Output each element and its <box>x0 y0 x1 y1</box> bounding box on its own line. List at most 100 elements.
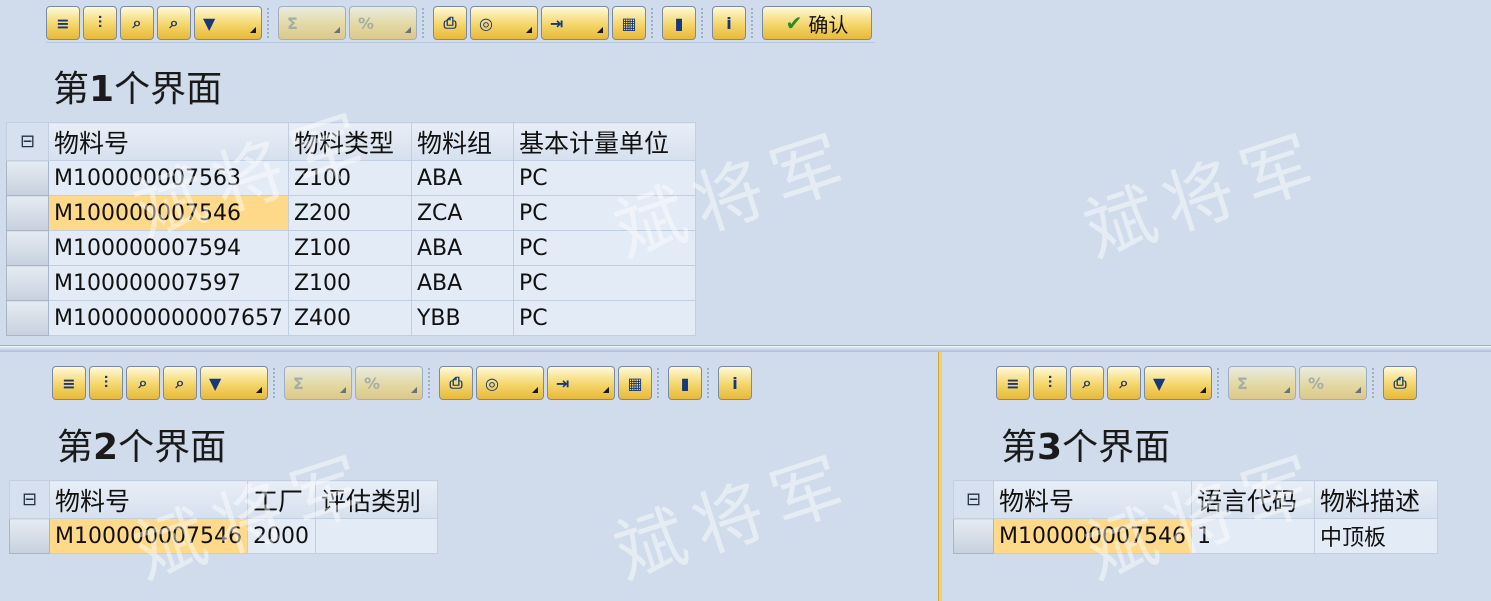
grid-header-row: ⊟ 物料号 语言代码 物料描述 <box>953 480 1438 519</box>
sum-button[interactable]: Σ <box>284 366 352 400</box>
views-button[interactable]: ◎ <box>470 6 538 40</box>
group-cell[interactable]: YBB <box>410 300 514 336</box>
uom-cell[interactable]: PC <box>512 195 696 231</box>
subtotal-button[interactable]: % <box>355 366 423 400</box>
binoculars-icon: ⌕ <box>132 13 142 32</box>
find-button[interactable]: ⌕ <box>120 6 154 40</box>
select-layout-icon[interactable]: ⊟ <box>6 122 49 161</box>
material-cell[interactable]: M100000007546 <box>49 518 248 554</box>
table-row[interactable]: M100000007563 Z100 ABA PC <box>6 160 696 196</box>
sum-button[interactable]: Σ <box>278 6 346 40</box>
filter-button[interactable]: ▼ <box>200 366 268 400</box>
type-cell[interactable]: Z100 <box>287 160 412 196</box>
language-cell[interactable]: 1 <box>1190 518 1315 554</box>
table-row[interactable]: M100000007546 1 中顶板 <box>953 518 1438 554</box>
row-selector[interactable] <box>6 230 49 266</box>
column-header[interactable]: 评估类别 <box>314 480 438 519</box>
row-selector[interactable] <box>6 300 49 336</box>
export-button[interactable]: ⇥ <box>547 366 615 400</box>
subtotal-button[interactable]: % <box>1299 366 1367 400</box>
grid-layout-icon: ▦ <box>627 373 643 393</box>
info-button[interactable]: i <box>712 6 746 40</box>
sigma-icon: Σ <box>1237 373 1248 393</box>
group-cell[interactable]: ZCA <box>410 195 514 231</box>
find-button[interactable]: ⌕ <box>1070 366 1104 400</box>
find-next-button[interactable]: ⌕ <box>1107 366 1141 400</box>
table-row[interactable]: M100000007546 Z200 ZCA PC <box>6 195 696 231</box>
filter-button[interactable]: ▼ <box>1144 366 1212 400</box>
sort-button[interactable]: ⫶ <box>83 6 117 40</box>
row-selector[interactable] <box>953 518 994 554</box>
layout-button[interactable]: ▦ <box>618 366 652 400</box>
print-button[interactable]: ⎙ <box>1383 366 1417 400</box>
uom-cell[interactable]: PC <box>512 230 696 266</box>
column-header[interactable]: 工厂 <box>246 480 316 519</box>
row-selector[interactable] <box>6 160 49 196</box>
table-row[interactable]: M100000007546 2000 <box>9 518 438 554</box>
uom-cell[interactable]: PC <box>512 265 696 301</box>
print-button[interactable]: ⎙ <box>433 6 467 40</box>
find-next-button[interactable]: ⌕ <box>157 6 191 40</box>
type-cell[interactable]: Z200 <box>287 195 412 231</box>
table-row[interactable]: M100000000007657 Z400 YBB PC <box>6 300 696 336</box>
graphic-button[interactable]: ▮ <box>662 6 696 40</box>
select-layout-icon[interactable]: ⊟ <box>953 480 994 519</box>
column-header[interactable]: 语言代码 <box>1190 480 1315 519</box>
filter-button[interactable]: ▼ <box>194 6 262 40</box>
column-header[interactable]: 基本计量单位 <box>512 122 696 161</box>
table-row[interactable]: M100000007594 Z100 ABA PC <box>6 230 696 266</box>
graphic-button[interactable]: ▮ <box>668 366 702 400</box>
info-button[interactable]: i <box>718 366 752 400</box>
row-selector[interactable] <box>6 195 49 231</box>
material-cell[interactable]: M100000007546 <box>48 195 289 231</box>
details-button[interactable]: ≡ <box>46 6 80 40</box>
layout-button[interactable]: ▦ <box>612 6 646 40</box>
column-header[interactable]: 物料组 <box>410 122 514 161</box>
uom-cell[interactable]: PC <box>512 300 696 336</box>
table-row[interactable]: M100000007597 Z100 ABA PC <box>6 265 696 301</box>
group-cell[interactable]: ABA <box>410 230 514 266</box>
type-cell[interactable]: Z100 <box>287 265 412 301</box>
funnel-icon: ▼ <box>1153 373 1166 393</box>
material-cell[interactable]: M100000000007657 <box>48 300 289 336</box>
material-cell[interactable]: M100000007563 <box>48 160 289 196</box>
find-button[interactable]: ⌕ <box>126 366 160 400</box>
views-button[interactable]: ◎ <box>476 366 544 400</box>
details-button[interactable]: ≡ <box>996 366 1030 400</box>
sort-button[interactable]: ⫶ <box>89 366 123 400</box>
material-cell[interactable]: M100000007597 <box>48 265 289 301</box>
export-button[interactable]: ⇥ <box>541 6 609 40</box>
column-header[interactable]: 物料号 <box>48 122 289 161</box>
valuation-class-cell[interactable] <box>314 518 438 554</box>
row-selector[interactable] <box>9 518 50 554</box>
description-cell[interactable]: 中顶板 <box>1313 518 1438 554</box>
select-layout-icon[interactable]: ⊟ <box>9 480 50 519</box>
material-cell[interactable]: M100000007594 <box>48 230 289 266</box>
horizontal-splitter[interactable] <box>0 345 1491 352</box>
type-cell[interactable]: Z100 <box>287 230 412 266</box>
subtotal-button[interactable]: % <box>349 6 417 40</box>
export-icon: ⇥ <box>556 373 570 393</box>
export-icon: ⇥ <box>550 13 564 33</box>
toolbar-separator <box>707 368 713 398</box>
vertical-splitter[interactable] <box>935 352 946 601</box>
print-button[interactable]: ⎙ <box>439 366 473 400</box>
column-header[interactable]: 物料类型 <box>287 122 412 161</box>
sort-button[interactable]: ⫶ <box>1033 366 1067 400</box>
confirm-button[interactable]: ✔ 确认 <box>762 6 872 40</box>
group-cell[interactable]: ABA <box>410 265 514 301</box>
group-cell[interactable]: ABA <box>410 160 514 196</box>
column-header[interactable]: 物料描述 <box>1313 480 1438 519</box>
column-header[interactable]: 物料号 <box>49 480 248 519</box>
sum-button[interactable]: Σ <box>1228 366 1296 400</box>
uom-cell[interactable]: PC <box>512 160 696 196</box>
toolbar-separator <box>428 368 434 398</box>
column-header[interactable]: 物料号 <box>993 480 1192 519</box>
row-selector[interactable] <box>6 265 49 301</box>
type-cell[interactable]: Z400 <box>287 300 412 336</box>
plant-cell[interactable]: 2000 <box>246 518 316 554</box>
find-next-button[interactable]: ⌕ <box>163 366 197 400</box>
material-cell[interactable]: M100000007546 <box>993 518 1192 554</box>
views-icon: ◎ <box>485 373 499 393</box>
details-button[interactable]: ≡ <box>52 366 86 400</box>
